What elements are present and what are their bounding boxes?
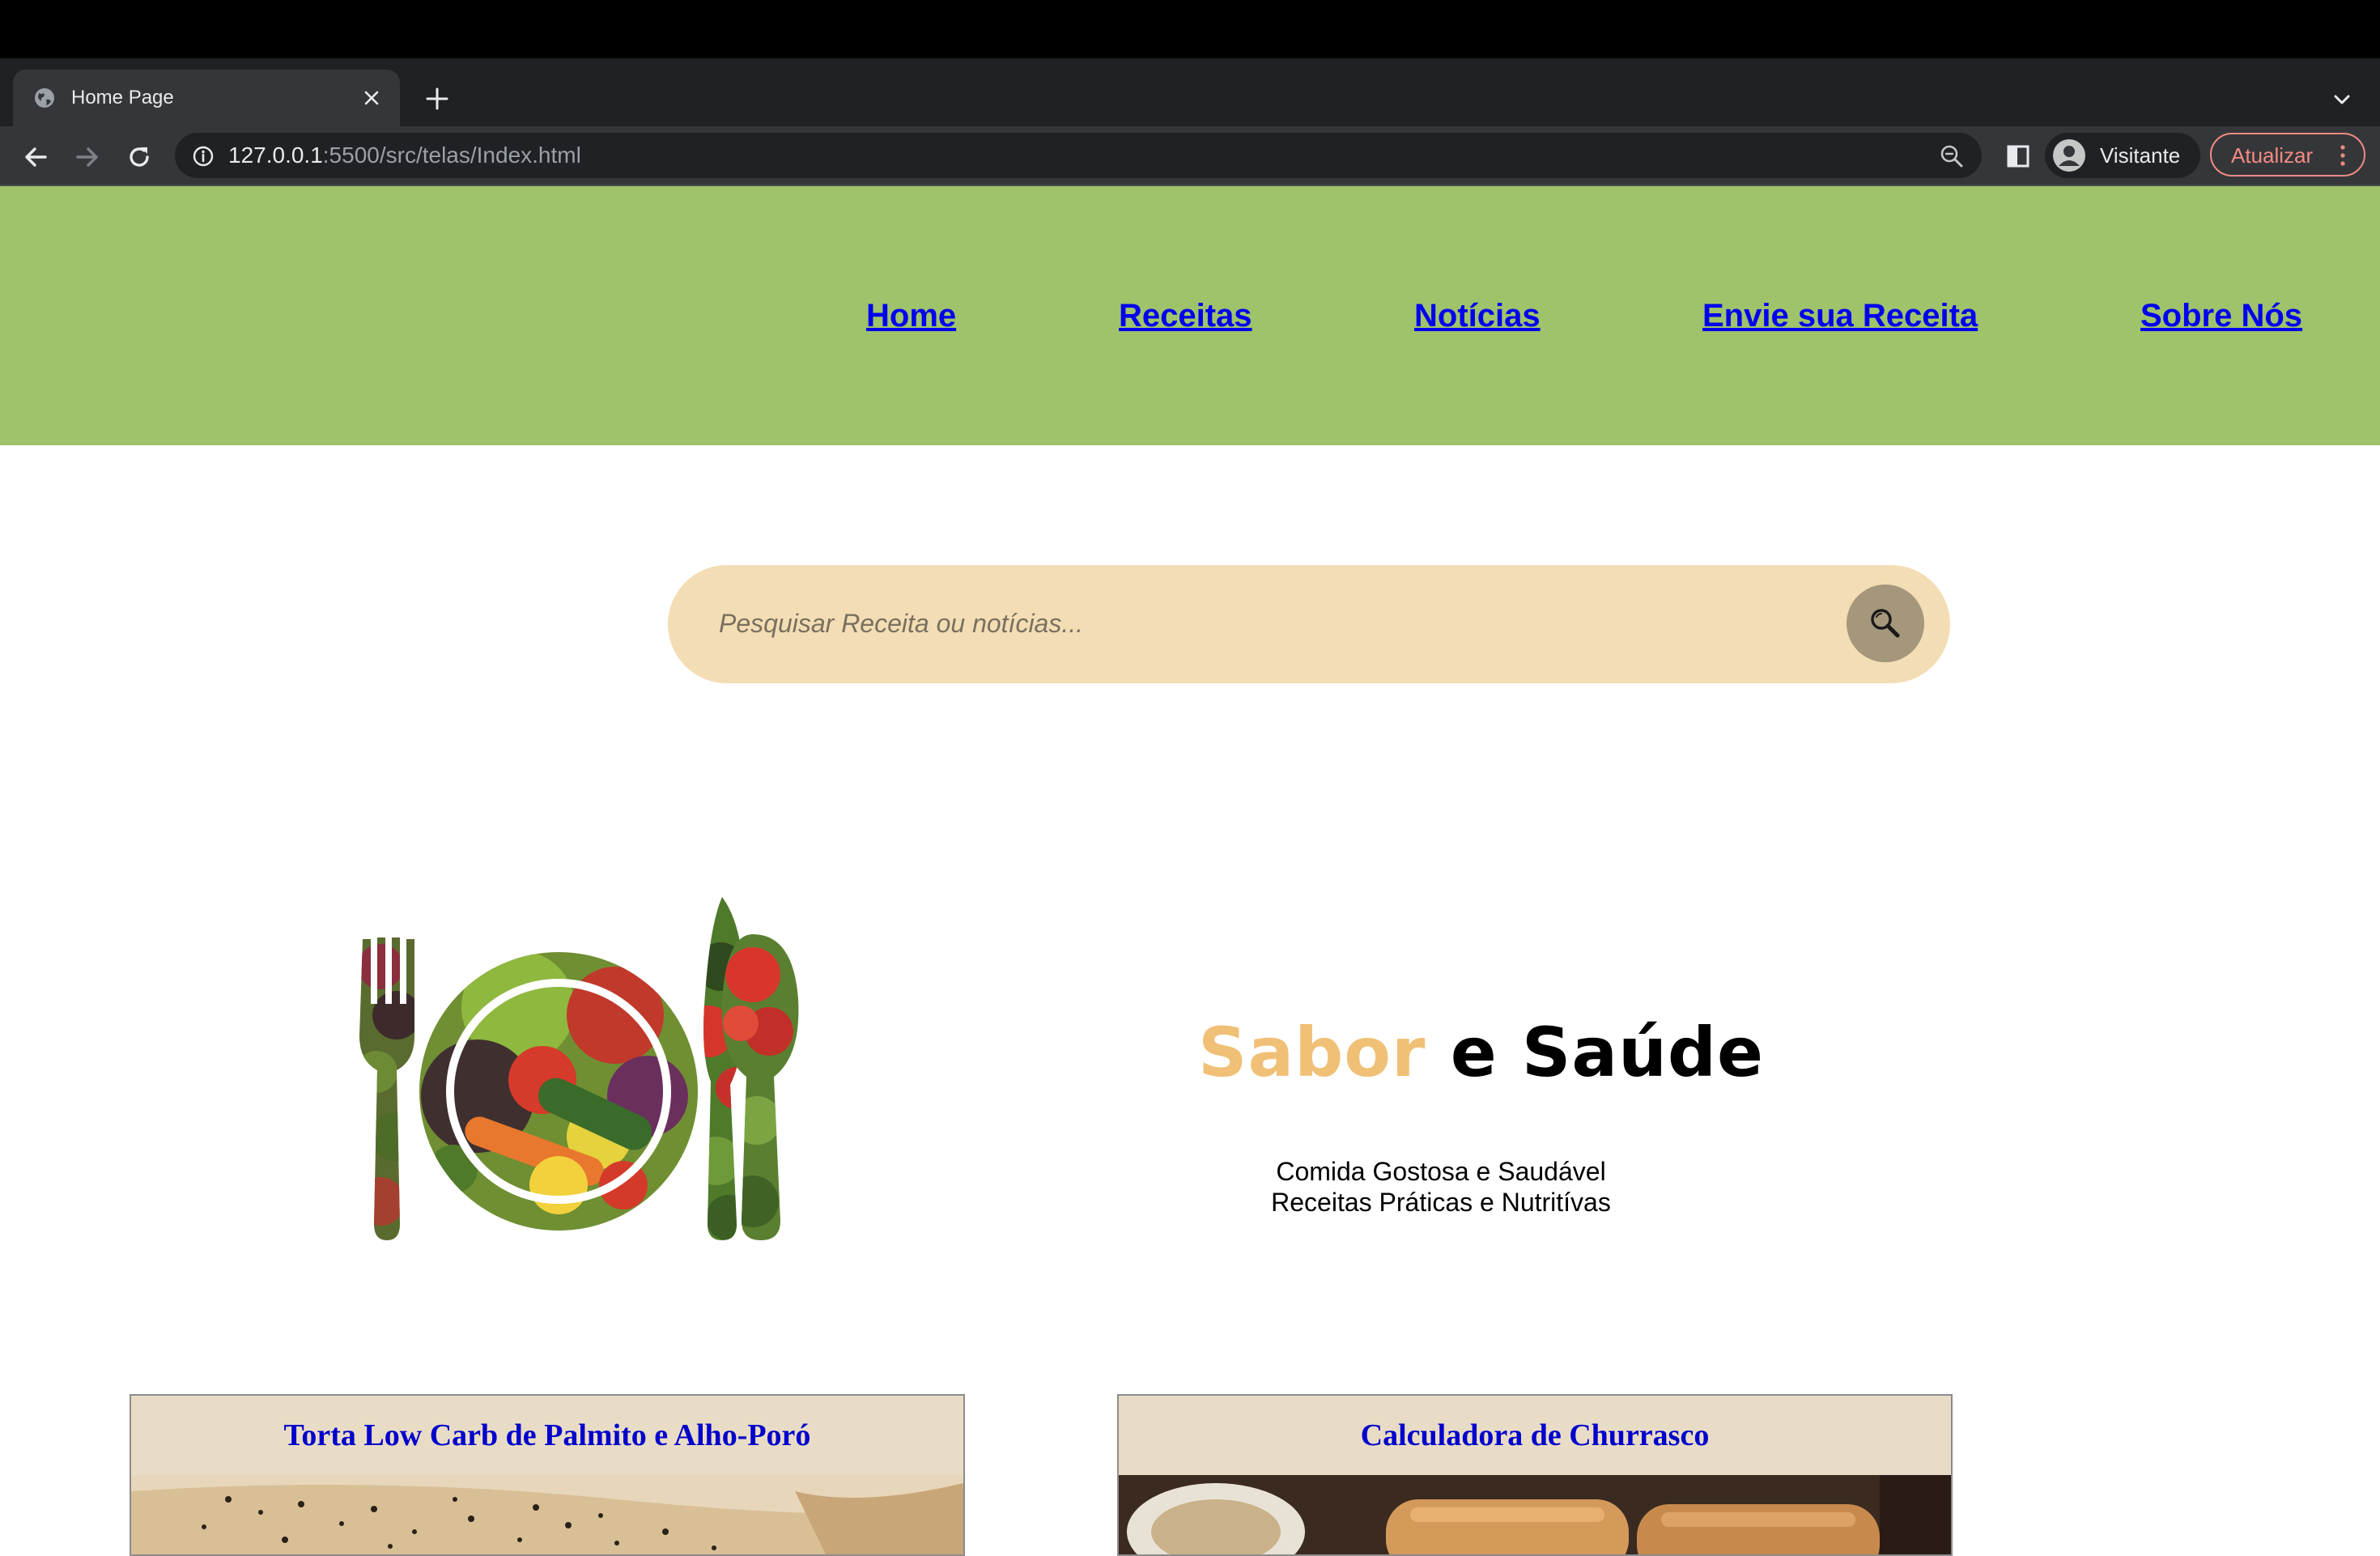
card-image-churrasco[interactable] <box>1119 1475 1951 1554</box>
tab-title: Home Page <box>71 87 174 108</box>
nav-link-sobre-nos[interactable]: Sobre Nós <box>2140 293 2302 338</box>
plate-cutlery-logo <box>356 894 826 1244</box>
url-text[interactable]: 127.0.0.1:5500/src/telas/Index.html <box>228 141 581 170</box>
zoom-icon[interactable] <box>1938 142 1966 170</box>
tagline: Comida Gostosa e Saudável Receitas Práti… <box>1198 1156 1684 1218</box>
card-title[interactable]: Calculadora de Churrasco <box>1119 1415 1951 1456</box>
avatar-icon <box>2051 138 2087 173</box>
site-info-icon[interactable] <box>191 144 215 168</box>
url-host: 127.0.0.1 <box>228 142 323 168</box>
card-title[interactable]: Torta Low Carb de Palmito e Alho-Poró <box>131 1415 963 1456</box>
recipe-card-torta[interactable]: Torta Low Carb de Palmito e Alho-Poró <box>130 1394 965 1556</box>
nav-link-home[interactable]: Home <box>866 293 956 338</box>
card-image-torta[interactable] <box>131 1475 963 1554</box>
brand-word-sabor: Sabor <box>1198 1013 1426 1092</box>
window-top-bar <box>0 0 2380 58</box>
side-panel-icon[interactable] <box>2004 142 2032 170</box>
globe-icon <box>32 86 57 110</box>
reload-icon[interactable] <box>123 141 155 173</box>
nav-link-receitas[interactable]: Receitas <box>1119 293 1252 338</box>
nav-link-noticias[interactable]: Notícias <box>1414 293 1541 338</box>
tagline-line-2: Receitas Práticas e Nutritívas <box>1271 1188 1611 1217</box>
profile-label: Visitante <box>2100 143 2181 168</box>
url-path: :5500/src/telas/Index.html <box>322 142 581 168</box>
recipe-card-churrasco[interactable]: Calculadora de Churrasco <box>1117 1394 1953 1556</box>
new-tab-plus-icon[interactable] <box>423 84 452 113</box>
tab-close-icon[interactable] <box>359 86 384 110</box>
forward-arrow-icon[interactable] <box>71 141 104 173</box>
tagline-line-1: Comida Gostosa e Saudável <box>1276 1157 1606 1186</box>
update-label: Atualizar <box>2231 143 2314 168</box>
nav-link-envie-receita[interactable]: Envie sua Receita <box>1702 293 1978 338</box>
brand-word-saude: e Saúde <box>1426 1013 1764 1092</box>
back-arrow-icon[interactable] <box>19 141 52 173</box>
search-input[interactable] <box>719 599 1771 648</box>
search-icon[interactable] <box>1866 604 1905 643</box>
brand-title: Sabor e Saúde <box>1198 1012 1763 1093</box>
kebab-menu-icon[interactable] <box>2336 141 2349 170</box>
tab-search-chevron-icon[interactable] <box>2330 87 2354 112</box>
